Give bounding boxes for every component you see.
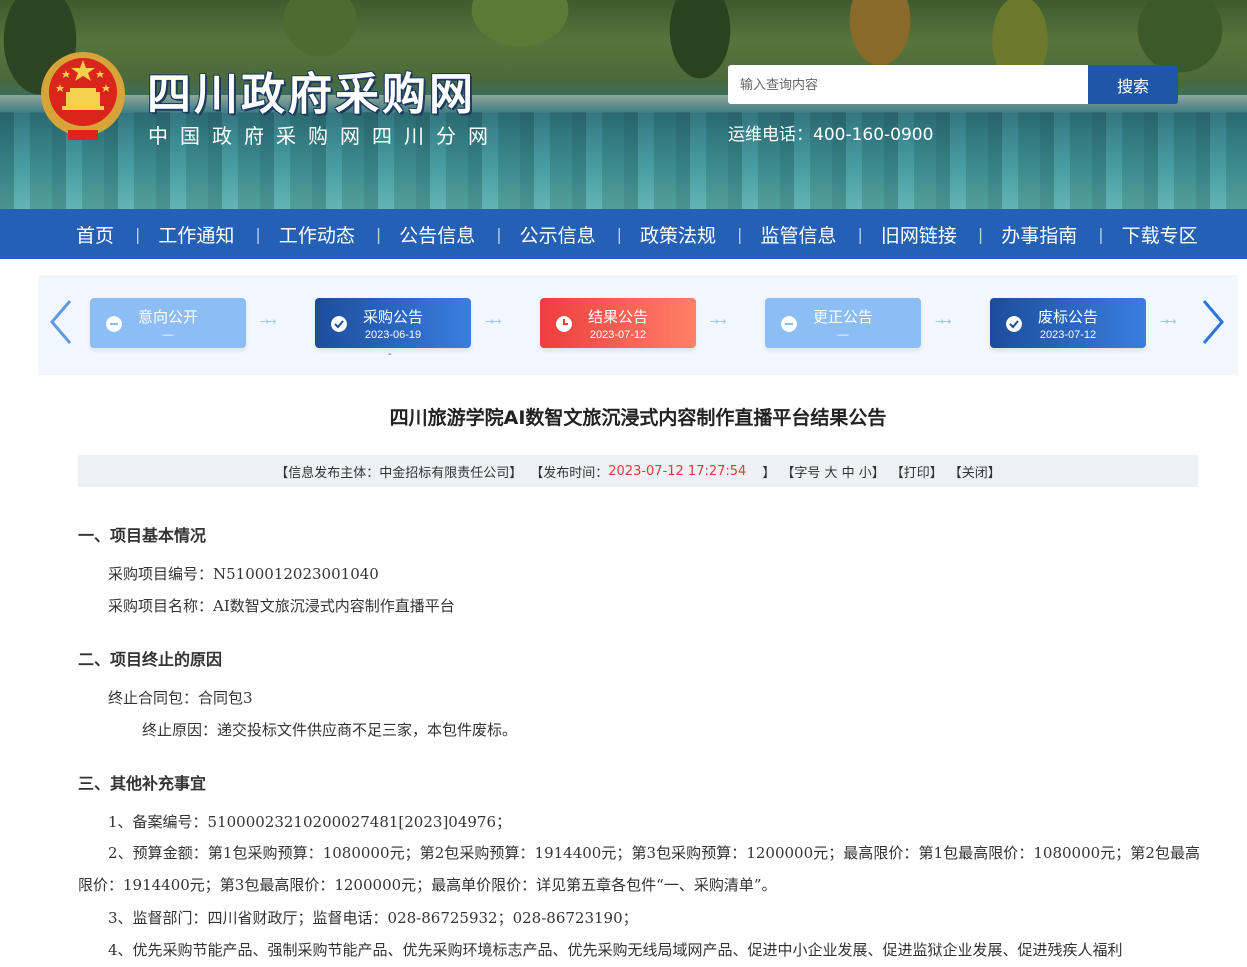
step-connector: →→ <box>1160 315 1176 328</box>
meta-publisher: 【信息发布主体：中金招标有限责任公司】 <box>275 465 523 481</box>
termination-reason: 终止原因：递交投标文件供应商不足三家，本包件废标。 <box>142 721 518 739</box>
step-marker: - <box>388 349 392 360</box>
step-label: 废标公告 <box>1037 308 1098 326</box>
header-banner: 四川政府采购网 中国政府采购网四川分网 搜索 运维电话：400-160-0900 <box>0 0 1247 209</box>
step-date: 2023-07-12 <box>589 329 647 341</box>
procurement-stepper: 意向公开 — →→ 采购公告 2023-06-19 →→ 结果公告 2023-0… <box>38 275 1238 375</box>
meta-time-value: 2023-07-12 17:27:54 <box>608 463 747 479</box>
step-connector: →→ <box>260 315 276 328</box>
article-meta-bar: 【信息发布主体：中金招标有限责任公司】 【发布时间： 2023-07-12 17… <box>78 455 1198 487</box>
step-label: 更正公告 <box>812 308 873 326</box>
chevron-left-icon[interactable] <box>46 297 76 347</box>
nav-work-news[interactable]: 工作动态 <box>279 221 355 248</box>
nav-downloads[interactable]: 下载专区 <box>1122 221 1198 248</box>
section-heading: 二、项目终止的原因 <box>78 650 223 669</box>
nav-separator: | <box>496 224 502 244</box>
budget-amount: 2、预算金额：第1包采购预算：1080000元；第2包采购预算：1914400元… <box>78 844 1200 894</box>
section-heading: 一、项目基本情况 <box>78 526 207 545</box>
national-emblem-icon <box>41 52 125 140</box>
nav-separator: | <box>737 224 743 244</box>
nav-separator: | <box>135 224 141 244</box>
nav-separator: | <box>255 224 261 244</box>
step-label: 意向公开 <box>137 308 198 326</box>
chevron-right-icon[interactable] <box>1198 297 1228 347</box>
meta-time-close: 】 <box>762 465 776 481</box>
step-date: 2023-07-12 <box>1039 329 1097 341</box>
nav-work-notice[interactable]: 工作通知 <box>158 221 234 248</box>
nav-separator: | <box>1098 224 1104 244</box>
main-nav: 首页 | 工作通知 | 工作动态 | 公告信息 | 公示信息 | 政策法规 | … <box>0 209 1247 259</box>
step-connector: →→ <box>485 315 501 328</box>
search-input[interactable] <box>728 65 1088 104</box>
nav-separator: | <box>977 224 984 244</box>
font-size-toggle[interactable]: 【字号 大 中 小】 <box>781 462 884 481</box>
project-number: 采购项目编号：N5100012023001040 <box>108 565 379 583</box>
policy-priorities: 4、优先采购节能产品、强制采购节能产品、优先采购环境标志产品、优先采购无线局域网… <box>108 941 1123 959</box>
step-date: — <box>162 329 174 341</box>
nav-separator: | <box>857 224 863 244</box>
terminated-package: 终止合同包：合同包3 <box>108 689 253 707</box>
step-abandoned[interactable]: 废标公告 2023-07-12 <box>990 298 1146 348</box>
step-intent[interactable]: 意向公开 — <box>90 298 246 348</box>
article-title: 四川旅游学院AI数智文旅沉浸式内容制作直播平台结果公告 <box>389 407 887 429</box>
project-name: 采购项目名称：AI数智文旅沉浸式内容制作直播平台 <box>108 597 455 615</box>
nav-supervision[interactable]: 监管信息 <box>760 221 836 248</box>
section-heading: 三、其他补充事宜 <box>78 774 207 793</box>
search-button[interactable]: 搜索 <box>1088 65 1178 104</box>
step-connector: →→ <box>710 315 726 328</box>
nav-separator: | <box>375 224 382 244</box>
site-title: 四川政府采购网 <box>147 69 476 120</box>
step-label: 结果公告 <box>587 308 648 326</box>
nav-home[interactable]: 首页 <box>76 221 114 248</box>
step-connector: →→ <box>935 315 951 328</box>
step-correction[interactable]: 更正公告 — <box>765 298 921 348</box>
nav-policies[interactable]: 政策法规 <box>640 221 716 248</box>
supervision-department: 3、监督部门：四川省财政厅；监督电话：028-86725932；028-8672… <box>108 909 638 927</box>
close-link[interactable]: 【关闭】 <box>949 462 1001 481</box>
nav-public-notices[interactable]: 公示信息 <box>520 221 596 248</box>
meta-time-label: 【发布时间： <box>530 465 609 481</box>
nav-old-site[interactable]: 旧网链接 <box>881 221 957 248</box>
nav-separator: | <box>616 224 623 244</box>
step-date: — <box>837 329 849 341</box>
nav-announcements[interactable]: 公告信息 <box>399 221 475 248</box>
step-label: 采购公告 <box>362 308 423 326</box>
print-link[interactable]: 【打印】 <box>891 462 943 481</box>
step-date: 2023-06-19 <box>364 329 422 341</box>
filing-number: 1、备案编号：51000023210200027481[2023]04976； <box>108 813 512 831</box>
nav-guide[interactable]: 办事指南 <box>1001 221 1077 248</box>
step-result[interactable]: 结果公告 2023-07-12 <box>540 298 696 348</box>
step-purchase[interactable]: 采购公告 2023-06-19 <box>315 298 471 348</box>
hotline-text: 运维电话：400-160-0900 <box>728 125 934 145</box>
site-subtitle: 中国政府采购网四川分网 <box>148 124 500 148</box>
